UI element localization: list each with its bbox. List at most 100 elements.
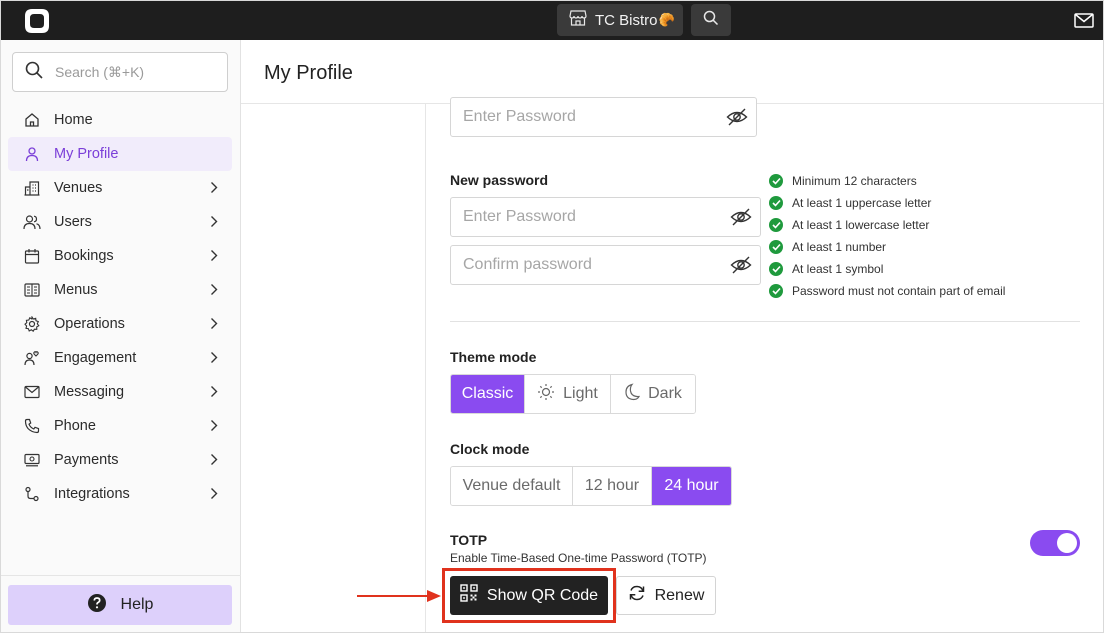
venue-switcher[interactable]: TC Bistro 🥐	[557, 4, 683, 36]
sidebar-item-payments[interactable]: Payments	[8, 443, 232, 477]
chevron-right-icon	[210, 283, 218, 300]
help-button[interactable]: Help	[8, 585, 232, 625]
current-password-input[interactable]	[463, 108, 703, 126]
password-rule: At least 1 number	[769, 236, 1049, 258]
gear-icon	[23, 315, 41, 333]
search-icon	[25, 61, 43, 84]
eye-off-icon[interactable]	[730, 207, 752, 227]
global-search-button[interactable]	[691, 4, 731, 36]
check-circle-icon	[769, 218, 783, 232]
building-icon	[23, 179, 41, 197]
clock-mode-label: Clock mode	[450, 441, 530, 457]
totp-label: TOTP	[450, 532, 488, 548]
chevron-right-icon	[210, 249, 218, 266]
clock-option-venue-default[interactable]: Venue default	[451, 467, 573, 505]
refresh-icon	[628, 584, 646, 607]
sidebar-item-label: Bookings	[54, 248, 114, 264]
password-rules: Minimum 12 characters At least 1 upperca…	[769, 170, 1049, 302]
password-rule: Minimum 12 characters	[769, 170, 1049, 192]
clock-option-24-hour[interactable]: 24 hour	[652, 467, 731, 505]
new-password-field[interactable]	[450, 197, 761, 237]
envelope-icon	[23, 383, 41, 401]
mail-icon[interactable]	[1073, 11, 1095, 29]
renew-label: Renew	[654, 586, 705, 604]
sidebar-item-phone[interactable]: Phone	[8, 409, 232, 443]
password-rule: Password must not contain part of email	[769, 280, 1049, 302]
home-icon	[23, 111, 41, 129]
clock-option-label: 12 hour	[584, 477, 640, 494]
sidebar-item-label: My Profile	[54, 146, 119, 162]
sidebar-nav: Home My Profile Venues Users Bookings Me…	[8, 103, 232, 511]
venue-name: TC Bistro	[595, 11, 658, 29]
password-rule: At least 1 lowercase letter	[769, 214, 1049, 236]
venue-emoji: 🥐	[658, 12, 675, 27]
user-icon	[23, 145, 41, 163]
chevron-right-icon	[210, 317, 218, 334]
main-content: My Profile New password Minimum 12 chara…	[241, 40, 1103, 632]
chevron-right-icon	[210, 419, 218, 436]
calendar-icon	[23, 247, 41, 265]
password-rule-text: At least 1 number	[792, 240, 887, 254]
sidebar-item-label: Venues	[54, 180, 103, 196]
sidebar-item-label: Operations	[54, 316, 125, 332]
annotation-arrow	[357, 589, 442, 603]
sidebar-item-label: Home	[54, 112, 93, 128]
sidebar-item-operations[interactable]: Operations	[8, 307, 232, 341]
new-password-input[interactable]	[463, 208, 703, 226]
sidebar-item-messaging[interactable]: Messaging	[8, 375, 232, 409]
renew-button[interactable]: Renew	[616, 576, 716, 615]
password-rule: At least 1 symbol	[769, 258, 1049, 280]
payments-icon	[23, 451, 41, 469]
sidebar-item-venues[interactable]: Venues	[8, 171, 232, 205]
sidebar-item-menus[interactable]: Menus	[8, 273, 232, 307]
sidebar-item-bookings[interactable]: Bookings	[8, 239, 232, 273]
clock-option-12-hour[interactable]: 12 hour	[573, 467, 652, 505]
menu-book-icon	[23, 281, 41, 299]
chevron-right-icon	[210, 487, 218, 504]
chevron-right-icon	[210, 215, 218, 232]
sidebar-search-input[interactable]	[55, 64, 205, 80]
clock-option-label: Venue default	[462, 477, 561, 494]
sun-icon	[537, 383, 555, 406]
sidebar-item-label: Messaging	[54, 384, 125, 400]
check-circle-icon	[769, 174, 783, 188]
confirm-password-input[interactable]	[463, 256, 703, 274]
sidebar-item-integrations[interactable]: Integrations	[8, 477, 232, 511]
toggle-knob	[1057, 533, 1077, 553]
confirm-password-field[interactable]	[450, 245, 761, 285]
sidebar-item-label: Payments	[54, 452, 119, 468]
check-circle-icon	[769, 284, 783, 298]
engagement-icon	[23, 349, 41, 367]
password-rule-text: At least 1 symbol	[792, 262, 884, 276]
chevron-right-icon	[210, 181, 218, 198]
eye-off-icon[interactable]	[730, 255, 752, 275]
sidebar-item-users[interactable]: Users	[8, 205, 232, 239]
section-divider	[450, 321, 1080, 322]
sidebar-search[interactable]	[12, 52, 228, 92]
theme-option-light[interactable]: Light	[525, 375, 611, 413]
theme-option-classic[interactable]: Classic	[451, 375, 525, 413]
app-logo-icon[interactable]	[23, 7, 51, 35]
sidebar-item-my-profile[interactable]: My Profile	[8, 137, 232, 171]
phone-icon	[23, 417, 41, 435]
sidebar-item-label: Integrations	[54, 486, 130, 502]
password-rule-text: At least 1 uppercase letter	[792, 196, 932, 210]
theme-option-dark[interactable]: Dark	[611, 375, 695, 413]
show-qr-code-label: Show QR Code	[486, 586, 599, 604]
current-password-field[interactable]	[450, 97, 757, 137]
password-rule-text: At least 1 lowercase letter	[792, 218, 930, 232]
totp-toggle[interactable]	[1030, 530, 1080, 556]
new-password-label: New password	[450, 172, 549, 188]
sidebar-item-label: Users	[54, 214, 92, 230]
clock-mode-selector: Venue default 12 hour 24 hour	[450, 466, 732, 506]
check-circle-icon	[769, 240, 783, 254]
check-circle-icon	[769, 196, 783, 210]
eye-off-icon[interactable]	[726, 107, 748, 127]
theme-option-label: Dark	[648, 385, 682, 402]
sidebar-item-home[interactable]: Home	[8, 103, 232, 137]
theme-option-label: Light	[563, 385, 598, 402]
show-qr-code-button[interactable]: Show QR Code	[450, 576, 608, 615]
moon-icon	[624, 382, 641, 406]
sidebar: Home My Profile Venues	[1, 40, 241, 632]
sidebar-item-engagement[interactable]: Engagement	[8, 341, 232, 375]
